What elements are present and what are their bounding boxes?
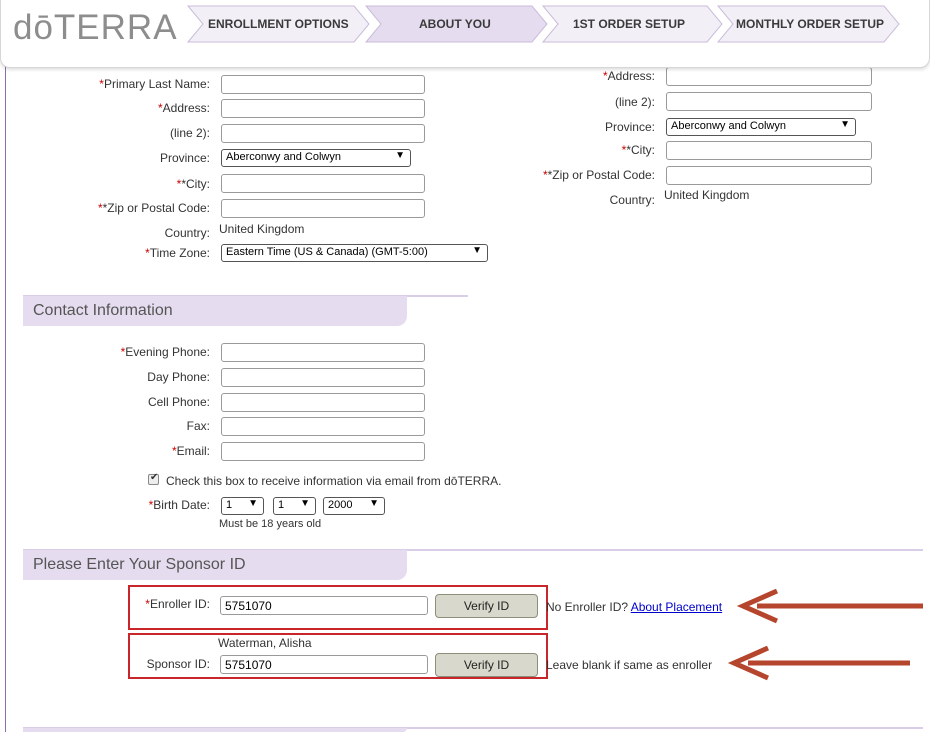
- birth-date-note: Must be 18 years old: [219, 518, 322, 530]
- country-right-label: Country:: [609, 193, 655, 207]
- city-label: **City:: [176, 177, 210, 191]
- city-right-input[interactable]: [666, 141, 872, 160]
- evening-phone-label: *Evening Phone:: [120, 345, 210, 359]
- sponsor-id-label: Sponsor ID:: [146, 657, 210, 671]
- chevron-down-icon: ▼: [300, 498, 310, 509]
- next-section-head: [23, 728, 407, 732]
- timezone-select[interactable]: Eastern Time (US & Canada) (GMT-5:00) ▼: [221, 244, 488, 262]
- checkmark-icon: ✔: [150, 472, 159, 483]
- doterra-logo[interactable]: dōTERRA: [13, 8, 178, 48]
- day-phone-input[interactable]: [221, 368, 425, 387]
- timezone-label: *Time Zone:: [145, 246, 210, 260]
- address-right-input[interactable]: [666, 67, 872, 86]
- birth-year-select[interactable]: 2000 ▼: [323, 497, 385, 515]
- city-right-label: **City:: [621, 143, 655, 157]
- birth-date-label: *Birth Date:: [148, 498, 210, 512]
- email-opt-in-checkbox[interactable]: ✔: [148, 472, 159, 485]
- step-label: ABOUT YOU: [419, 17, 491, 31]
- province-label: Province:: [159, 151, 210, 165]
- sponsor-blank-note: Leave blank if same as enroller: [546, 658, 713, 672]
- city-input[interactable]: [221, 174, 425, 193]
- address-input[interactable]: [221, 99, 425, 118]
- step-about-you[interactable]: ABOUT YOU: [364, 5, 549, 43]
- verify-enroller-button[interactable]: Verify ID: [435, 594, 538, 618]
- address-right-line2-label: (line 2):: [614, 95, 655, 109]
- red-arrow-icon: [727, 646, 910, 681]
- address-line2-label: (line 2):: [169, 126, 210, 140]
- red-arrow-icon: [736, 589, 923, 624]
- step-label: MONTHLY ORDER SETUP: [736, 17, 885, 31]
- step-first-order-setup[interactable]: 1ST ORDER SETUP: [541, 5, 724, 43]
- address-line2-input[interactable]: [221, 124, 425, 143]
- zip-input[interactable]: [221, 199, 425, 218]
- zip-right-input[interactable]: [666, 166, 872, 185]
- country-label: Country:: [164, 226, 210, 240]
- email-opt-in-text: Check this box to receive information vi…: [166, 474, 502, 488]
- fax-input[interactable]: [221, 417, 425, 436]
- chevron-down-icon: ▼: [369, 498, 379, 509]
- sponsor-id-input[interactable]: [220, 655, 428, 674]
- sponsor-section-title: Please Enter Your Sponsor ID: [23, 550, 407, 580]
- country-value: United Kingdom: [219, 222, 305, 236]
- birth-month-select[interactable]: 1 ▼: [273, 497, 316, 515]
- address-right-label: *Address:: [602, 69, 655, 83]
- birth-day-select[interactable]: 1 ▼: [221, 497, 264, 515]
- site-header: dōTERRA ENROLLMENT OPTIONS ABOUT YOU 1ST…: [0, 0, 930, 68]
- no-enroller-text: No Enroller ID? About Placement: [546, 600, 723, 614]
- country-right-value: United Kingdom: [664, 188, 750, 202]
- chevron-down-icon: ▼: [840, 119, 850, 130]
- day-phone-label: Day Phone:: [147, 370, 210, 384]
- step-label: 1ST ORDER SETUP: [573, 17, 686, 31]
- step-enrollment-options[interactable]: ENROLLMENT OPTIONS: [186, 5, 371, 43]
- last-name-input[interactable]: [221, 75, 425, 94]
- address-label: *Address:: [157, 101, 210, 115]
- evening-phone-input[interactable]: [221, 343, 425, 362]
- province-right-label: Province:: [604, 120, 655, 134]
- enroller-id-label: *Enroller ID:: [145, 597, 210, 611]
- last-name-label: *Primary Last Name:: [99, 77, 210, 91]
- enroller-id-input[interactable]: [220, 596, 428, 615]
- province-select[interactable]: Aberconwy and Colwyn ▼: [221, 149, 411, 167]
- email-input[interactable]: [221, 442, 425, 461]
- province-right-select[interactable]: Aberconwy and Colwyn ▼: [666, 118, 856, 136]
- step-label: ENROLLMENT OPTIONS: [208, 17, 349, 31]
- about-placement-link[interactable]: About Placement: [631, 600, 722, 614]
- chevron-down-icon: ▼: [395, 150, 405, 161]
- cell-phone-input[interactable]: [221, 393, 425, 412]
- address-right-line2-input[interactable]: [666, 92, 872, 111]
- zip-label: **Zip or Postal Code:: [97, 201, 210, 215]
- step-monthly-order-setup[interactable]: MONTHLY ORDER SETUP: [716, 5, 901, 43]
- email-label: *Email:: [171, 444, 210, 458]
- chevron-down-icon: ▼: [472, 245, 482, 256]
- verify-sponsor-button[interactable]: Verify ID: [435, 653, 538, 677]
- zip-right-label: **Zip or Postal Code:: [542, 168, 655, 182]
- contact-section-title: Contact Information: [23, 296, 407, 326]
- chevron-down-icon: ▼: [248, 498, 258, 509]
- fax-label: Fax:: [186, 419, 210, 433]
- cell-phone-label: Cell Phone:: [147, 395, 210, 409]
